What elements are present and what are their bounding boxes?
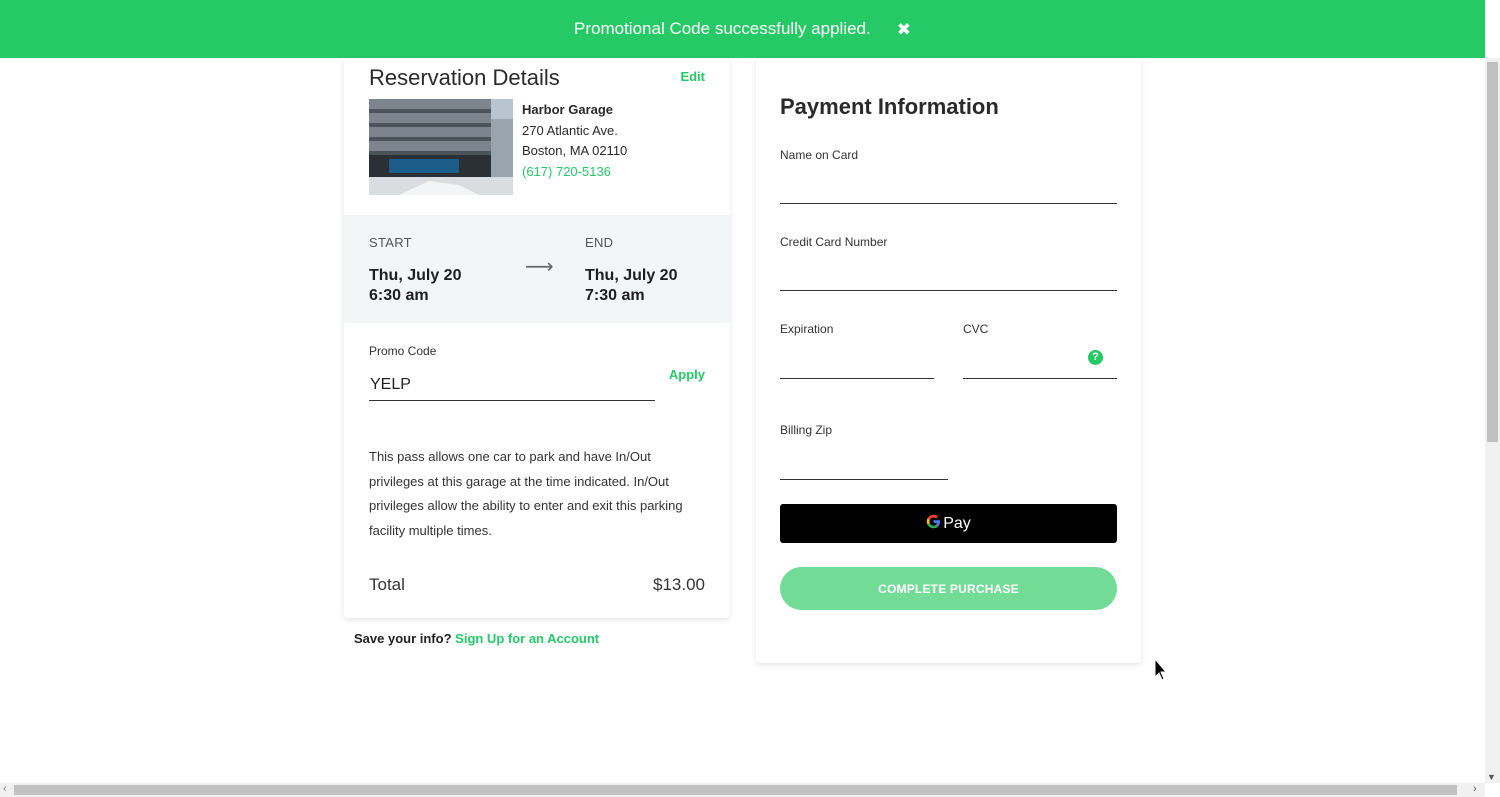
promo-success-banner: Promotional Code successfully applied. ✖ <box>0 0 1485 58</box>
card-number-label: Credit Card Number <box>780 235 888 249</box>
banner-message: Promotional Code successfully applied. <box>574 19 871 38</box>
garage-phone-link[interactable]: (617) 720-5136 <box>522 162 627 183</box>
help-icon[interactable]: ? <box>1088 350 1103 365</box>
scroll-left-arrow-icon[interactable]: ‹ <box>3 783 7 795</box>
apply-promo-button[interactable]: Apply <box>669 367 705 382</box>
promo-code-label: Promo Code <box>369 344 437 358</box>
close-icon[interactable]: ✖ <box>897 21 911 38</box>
garage-photo <box>369 99 513 195</box>
total-value: $13.00 <box>653 575 705 594</box>
billing-zip-input[interactable] <box>780 452 948 480</box>
end-date: Thu, July 20 <box>585 267 678 284</box>
arrow-right-icon: ⟶ <box>525 256 554 278</box>
scroll-down-arrow-icon[interactable]: ▼ <box>1487 772 1496 782</box>
google-pay-label: Pay <box>943 514 971 532</box>
google-g-icon <box>926 514 941 534</box>
end-value: Thu, July 20 7:30 am <box>585 266 677 306</box>
signup-link[interactable]: Sign Up for an Account <box>455 631 599 646</box>
end-clock: 7:30 am <box>585 287 645 304</box>
horizontal-scrollbar[interactable]: ‹ › <box>0 783 1485 797</box>
start-time: START Thu, July 20 6:30 am <box>369 235 461 306</box>
garage-address-line1: 270 Atlantic Ave. <box>522 122 618 138</box>
reservation-details-card: Reservation Details Edit Harbor Garage 2… <box>344 58 730 618</box>
promo-code-input[interactable] <box>369 369 655 401</box>
name-on-card-label: Name on Card <box>780 148 859 162</box>
signup-prompt-text: Save your info? <box>354 631 452 646</box>
card-number-input[interactable] <box>780 263 1117 291</box>
horizontal-scroll-thumb[interactable] <box>14 785 1457 795</box>
payment-title: Payment Information <box>780 94 999 119</box>
reservation-title: Reservation Details <box>369 65 560 90</box>
google-pay-button[interactable]: Pay <box>780 504 1117 543</box>
reservation-times: START Thu, July 20 6:30 am ⟶ END Thu, Ju… <box>344 215 730 323</box>
expiration-input[interactable] <box>780 351 934 379</box>
billing-zip-label: Billing Zip <box>780 423 833 437</box>
start-value: Thu, July 20 6:30 am <box>369 266 461 306</box>
name-on-card-input[interactable] <box>780 176 1117 204</box>
start-clock: 6:30 am <box>369 287 429 304</box>
signup-prompt: Save your info? Sign Up for an Account <box>354 631 599 646</box>
vertical-scroll-thumb[interactable] <box>1487 62 1498 442</box>
cvc-label: CVC <box>963 322 989 336</box>
total-label: Total <box>369 575 405 594</box>
scroll-right-arrow-icon[interactable]: › <box>1473 783 1477 795</box>
garage-name: Harbor Garage <box>522 102 614 117</box>
garage-address-line2: Boston, MA 02110 <box>522 143 628 158</box>
pass-description: This pass allows one car to park and hav… <box>369 449 683 538</box>
edit-link[interactable]: Edit <box>680 69 705 84</box>
complete-purchase-button[interactable]: COMPLETE PURCHASE <box>780 567 1117 610</box>
end-time: END Thu, July 20 7:30 am <box>585 235 677 306</box>
start-label: START <box>369 235 412 250</box>
garage-info: Harbor Garage 270 Atlantic Ave. Boston, … <box>522 100 627 182</box>
end-label: END <box>585 235 614 250</box>
vertical-scrollbar[interactable]: ▼ <box>1485 58 1500 783</box>
payment-information-card: Payment Information Name on Card Credit … <box>756 58 1141 663</box>
mouse-cursor-icon <box>1154 658 1168 681</box>
expiration-label: Expiration <box>780 322 834 336</box>
start-date: Thu, July 20 <box>369 267 462 284</box>
